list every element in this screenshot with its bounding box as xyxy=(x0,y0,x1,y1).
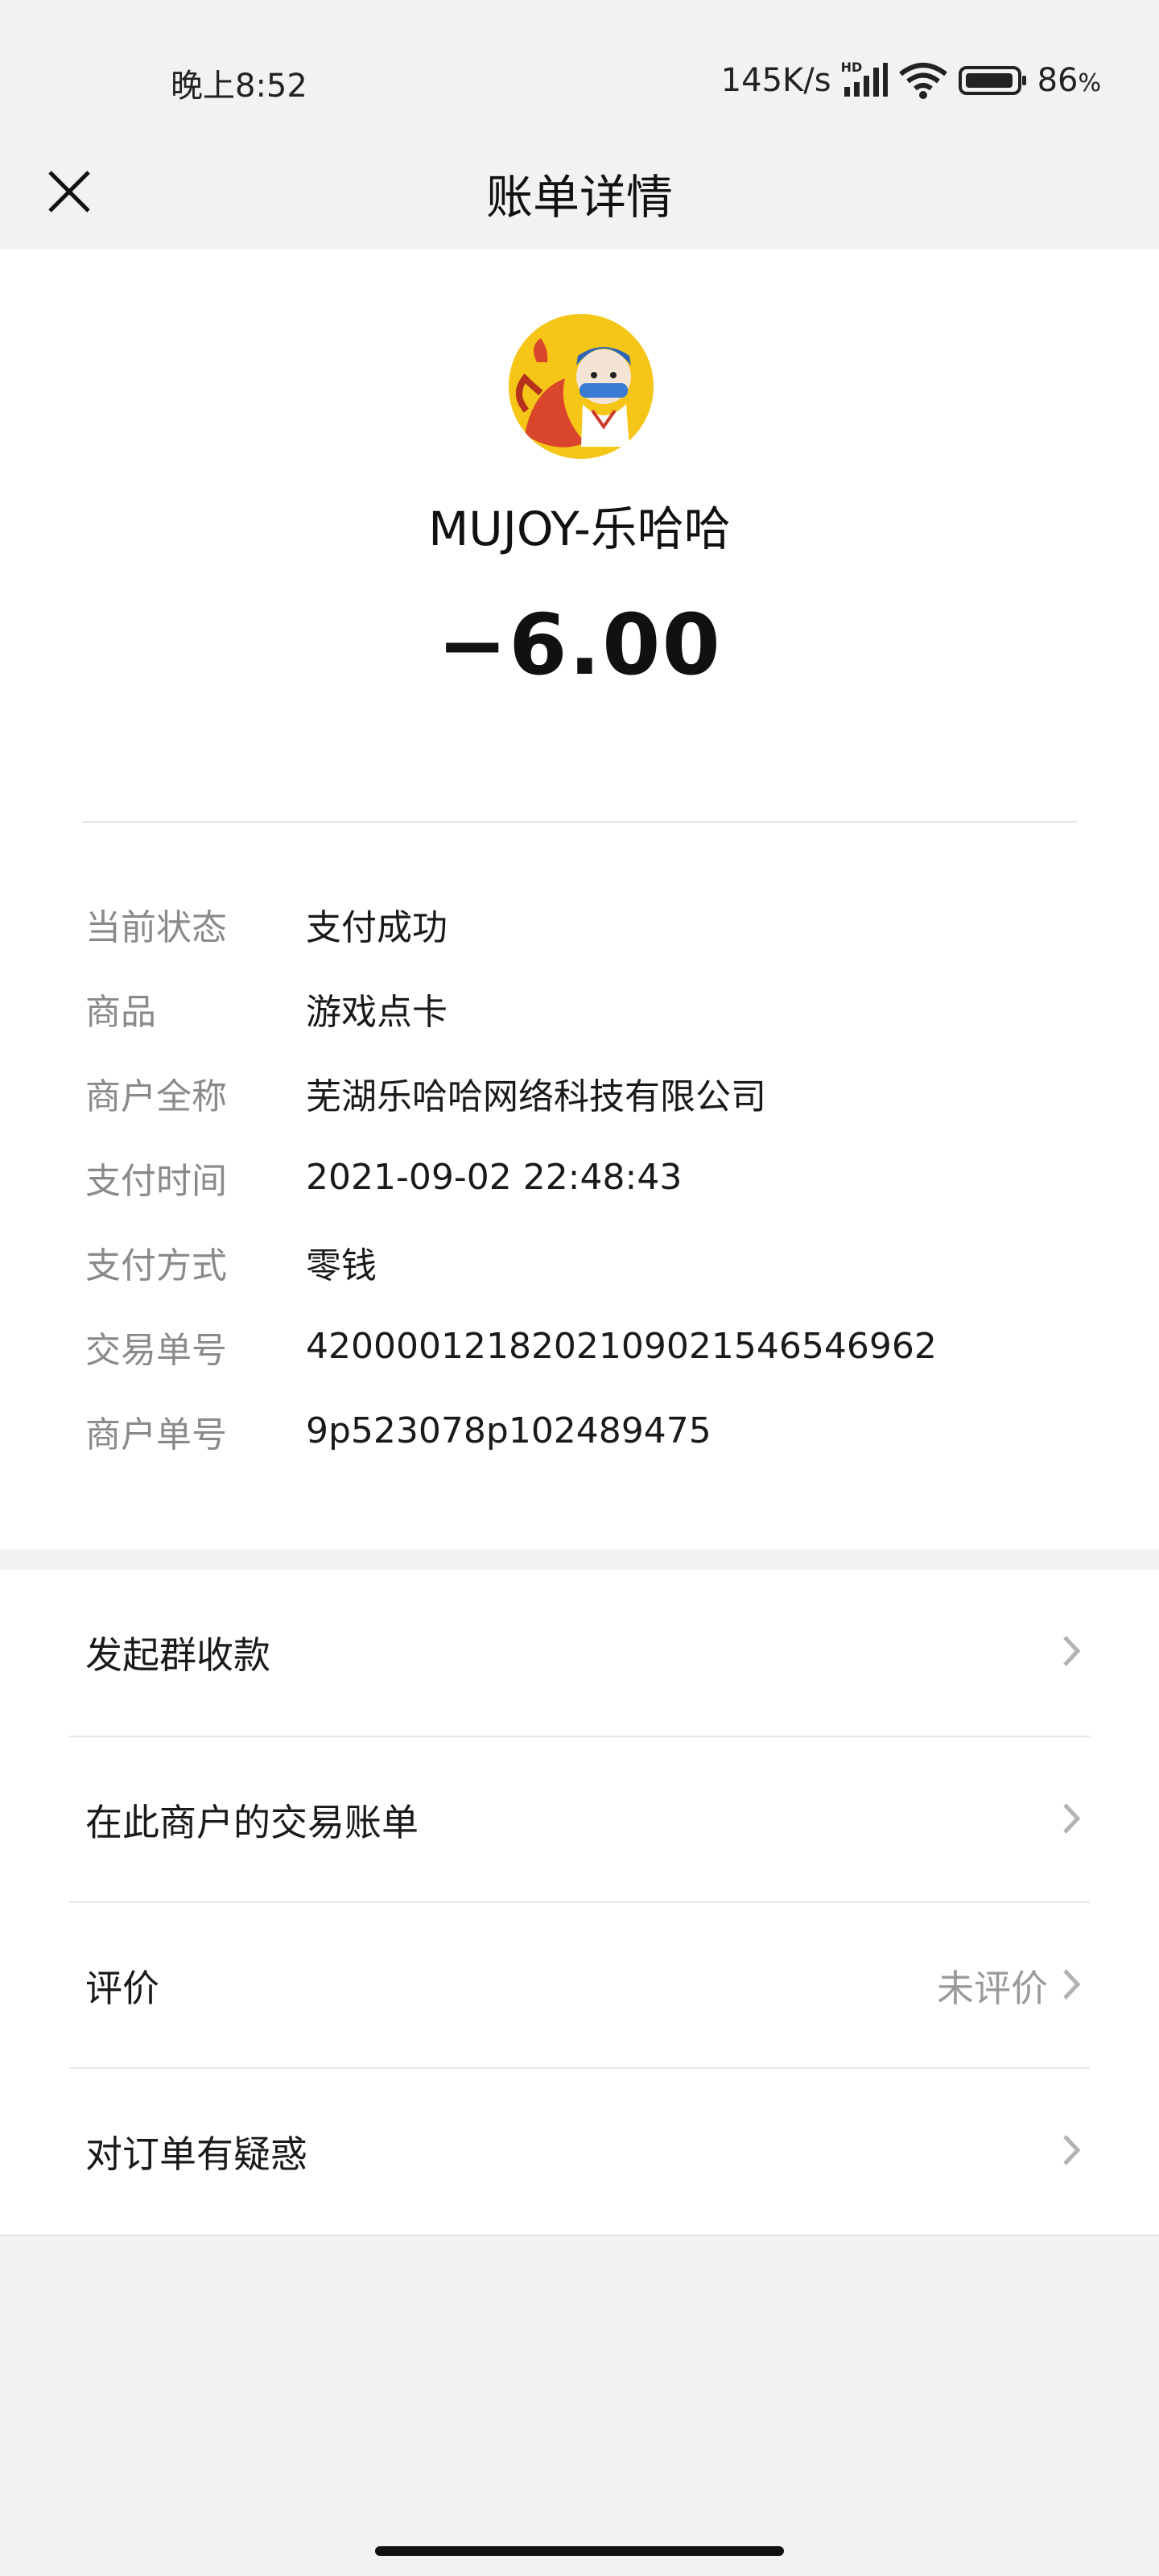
detail-list: 当前状态 支付成功 商品 游戏点卡 商户全称 芜湖乐哈哈网络科技有限公司 支付时… xyxy=(85,881,1075,1473)
battery-level: 86% xyxy=(1037,62,1101,99)
divider xyxy=(82,821,1077,823)
detail-value: 2021-09-02 22:48:43 xyxy=(306,1157,683,1198)
home-indicator[interactable] xyxy=(375,2546,784,2556)
review-status: 未评价 xyxy=(937,1967,1048,2010)
detail-label: 交易单号 xyxy=(85,1329,227,1371)
detail-row-product: 商品 游戏点卡 xyxy=(85,966,1075,1051)
detail-label: 商户全称 xyxy=(85,1075,227,1117)
divider xyxy=(0,2235,1159,2236)
menu-item-order-question[interactable]: 对订单有疑惑 xyxy=(0,2069,1159,2235)
chevron-right-icon xyxy=(1062,1635,1081,1670)
close-button[interactable] xyxy=(29,153,109,233)
detail-row-merchant-order-id: 商户单号 9p523078p102489475 xyxy=(85,1389,1075,1473)
menu-item-label: 评价 xyxy=(85,1967,159,2010)
menu-item-right xyxy=(1062,2069,1081,2235)
detail-value: 支付成功 xyxy=(306,906,448,948)
detail-label: 当前状态 xyxy=(85,906,227,948)
detail-value: 游戏点卡 xyxy=(306,991,448,1033)
detail-row-transaction-id: 交易单号 4200001218202109021546546962 xyxy=(85,1304,1075,1389)
detail-label: 商户单号 xyxy=(85,1414,227,1455)
battery-icon xyxy=(958,64,1028,97)
menu-item-merchant-bills[interactable]: 在此商户的交易账单 xyxy=(0,1737,1159,1903)
detail-value[interactable]: 4200001218202109021546546962 xyxy=(306,1326,937,1367)
chevron-right-icon xyxy=(1062,1968,1081,2004)
detail-value[interactable]: 9p523078p102489475 xyxy=(306,1410,711,1451)
detail-value: 芜湖乐哈哈网络科技有限公司 xyxy=(306,1075,766,1117)
detail-row-payment-time: 支付时间 2021-09-02 22:48:43 xyxy=(85,1135,1075,1220)
chevron-right-icon xyxy=(1062,1802,1081,1838)
menu-item-label: 在此商户的交易账单 xyxy=(85,1801,419,1844)
menu-item-label: 对订单有疑惑 xyxy=(85,2132,307,2176)
merchant-avatar-icon xyxy=(509,314,654,459)
status-indicators: 145K/s HD 86% xyxy=(721,56,1101,105)
detail-label: 支付方式 xyxy=(85,1245,227,1286)
detail-row-payment-method: 支付方式 零钱 xyxy=(85,1220,1075,1304)
menu-item-group-collect[interactable]: 发起群收款 xyxy=(0,1570,1159,1736)
bill-detail-card: MUJOY-乐哈哈 −6.00 当前状态 支付成功 商品 游戏点卡 商户全称 芜… xyxy=(0,250,1159,1550)
close-icon xyxy=(47,169,92,217)
menu-item-right xyxy=(1062,1570,1081,1736)
detail-row-status: 当前状态 支付成功 xyxy=(85,881,1075,966)
wifi-icon xyxy=(897,61,949,100)
detail-row-merchant-fullname: 商户全称 芜湖乐哈哈网络科技有限公司 xyxy=(85,1051,1075,1135)
merchant-name: MUJOY-乐哈哈 xyxy=(428,502,731,556)
page-title: 账单详情 xyxy=(485,170,673,225)
menu-item-label: 发起群收款 xyxy=(85,1633,270,1677)
detail-label: 支付时间 xyxy=(85,1160,227,1202)
action-menu: 发起群收款 在此商户的交易账单 评价 未评价 对订单有疑惑 xyxy=(0,1570,1159,2235)
menu-item-right xyxy=(1062,1737,1081,1903)
status-time: 晚上8:52 xyxy=(171,68,307,105)
menu-item-right: 未评价 xyxy=(937,1903,1081,2069)
payment-amount: −6.00 xyxy=(437,596,722,694)
network-speed: 145K/s xyxy=(720,62,831,99)
detail-label: 商品 xyxy=(85,991,156,1033)
signal-icon: HD xyxy=(841,60,888,98)
menu-item-review[interactable]: 评价 未评价 xyxy=(0,1903,1159,2069)
detail-value: 零钱 xyxy=(306,1245,377,1286)
title-bar: 账单详情 xyxy=(0,137,1159,250)
chevron-right-icon xyxy=(1062,2134,1081,2169)
